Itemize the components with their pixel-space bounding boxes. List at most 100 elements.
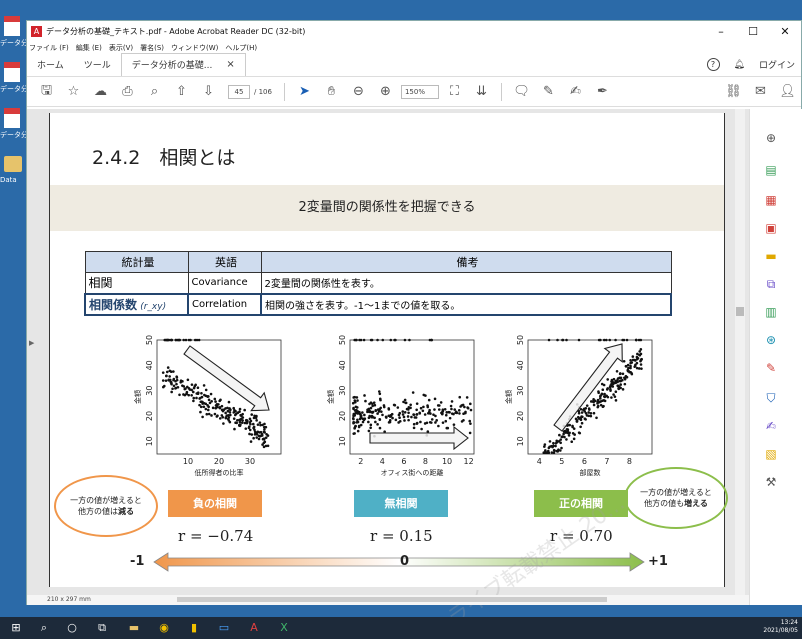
x-tick-label: 4 bbox=[380, 457, 385, 466]
data-point bbox=[592, 400, 595, 404]
desktop-pdf-icon-2[interactable]: データ分析 bbox=[0, 60, 26, 106]
add-user-icon[interactable]: 👤︎ bbox=[774, 84, 801, 99]
acrobat-taskbar-icon[interactable]: A bbox=[246, 620, 262, 636]
page-up-icon[interactable]: ⇧ bbox=[168, 84, 195, 99]
organize-pages-icon[interactable]: ▦ bbox=[764, 193, 778, 207]
star-icon[interactable]: ☆ bbox=[60, 84, 87, 99]
data-point bbox=[352, 421, 356, 424]
data-point bbox=[457, 409, 461, 412]
data-point bbox=[351, 401, 355, 405]
zoom-tool-icon[interactable]: ⊕ bbox=[764, 131, 778, 145]
menu-view[interactable]: 表示(V) bbox=[109, 43, 133, 53]
tab-home[interactable]: ホーム bbox=[27, 58, 74, 76]
data-point bbox=[567, 434, 571, 437]
print-icon[interactable]: ⎙ bbox=[114, 84, 141, 99]
data-point bbox=[244, 427, 248, 430]
close-button[interactable]: ✕ bbox=[769, 25, 801, 38]
data-point bbox=[570, 440, 574, 444]
search-icon[interactable]: ⌕ bbox=[36, 620, 52, 636]
draw-icon[interactable]: ✍︎ bbox=[562, 84, 589, 99]
data-point bbox=[407, 411, 410, 415]
bell-icon[interactable]: 🔔︎ bbox=[734, 60, 745, 70]
y-tick-label: 20 bbox=[145, 411, 154, 421]
fit-page-icon[interactable]: ⛶ bbox=[441, 84, 468, 99]
sign-icon[interactable]: ✍︎ bbox=[764, 419, 778, 433]
explorer-icon[interactable]: ▬ bbox=[126, 620, 142, 636]
page-down-icon[interactable]: ⇩ bbox=[195, 84, 222, 99]
desktop-pdf-icon-1[interactable]: データ分析 bbox=[0, 14, 26, 60]
zoom-in-icon[interactable]: ⊕ bbox=[372, 84, 399, 99]
data-point bbox=[406, 415, 410, 418]
send-review-icon[interactable]: ▧ bbox=[764, 447, 778, 461]
menu-sign[interactable]: 署名(S) bbox=[140, 43, 164, 53]
left-panel-toggle-icon[interactable]: ▶ bbox=[29, 339, 34, 347]
desktop-folder-icon[interactable]: Data bbox=[0, 152, 26, 198]
close-tab-icon[interactable]: × bbox=[226, 59, 234, 70]
email-icon[interactable]: ✉︎ bbox=[747, 84, 774, 99]
horizontal-scrollbar[interactable] bbox=[177, 597, 607, 602]
vertical-scrollbar[interactable] bbox=[735, 109, 745, 595]
menu-edit[interactable]: 編集 (E) bbox=[76, 43, 102, 53]
zoom-select[interactable]: 150% bbox=[400, 84, 439, 99]
data-point bbox=[257, 437, 261, 441]
fill-sign-icon[interactable]: ✎ bbox=[764, 361, 778, 375]
desktop: データ分析 データ分析 データ分析 Data A データ分析の基礎_テキスト.p… bbox=[0, 0, 802, 639]
data-point bbox=[559, 441, 562, 445]
data-point bbox=[174, 338, 178, 342]
data-point bbox=[608, 338, 612, 342]
upload-cloud-icon[interactable]: ☁ bbox=[87, 84, 114, 99]
tab-document[interactable]: データ分析の基礎... × bbox=[120, 53, 246, 76]
combine-files-icon[interactable]: ⧉ bbox=[764, 277, 778, 291]
search-icon[interactable]: ⌕ bbox=[141, 84, 168, 99]
minimize-button[interactable]: – bbox=[705, 25, 737, 38]
files-icon[interactable]: ▮ bbox=[186, 620, 202, 636]
stamp-icon[interactable]: ✒︎ bbox=[589, 84, 616, 99]
chrome-icon[interactable]: ◉ bbox=[156, 620, 172, 636]
data-point bbox=[229, 408, 232, 412]
cortana-icon[interactable]: ○ bbox=[64, 620, 80, 636]
data-point bbox=[562, 432, 565, 436]
help-icon[interactable]: ? bbox=[706, 58, 720, 71]
data-point bbox=[421, 409, 425, 413]
comment-tool-icon[interactable]: ▬ bbox=[764, 249, 778, 263]
desktop-pdf-icon-3[interactable]: データ分析 bbox=[0, 106, 26, 152]
hand-icon[interactable]: ✋︎ bbox=[318, 84, 345, 99]
tab-tools[interactable]: ツール bbox=[74, 58, 121, 76]
select-cursor-icon[interactable]: ➤ bbox=[291, 84, 318, 99]
data-point bbox=[422, 405, 425, 409]
maximize-button[interactable]: ☐ bbox=[737, 25, 769, 38]
zoom-app-icon[interactable]: ▭ bbox=[216, 620, 232, 636]
window-title: データ分析の基礎_テキスト.pdf - Adobe Acrobat Reader… bbox=[46, 26, 306, 36]
data-point bbox=[561, 435, 564, 438]
task-view-icon[interactable]: ⧉ bbox=[94, 620, 110, 636]
data-point bbox=[389, 338, 393, 342]
edit-pdf-icon[interactable]: ▥ bbox=[764, 305, 778, 319]
more-tools-icon[interactable]: ⚒︎ bbox=[764, 475, 778, 489]
excel-icon[interactable]: X bbox=[276, 620, 292, 636]
scan-ocr-icon[interactable]: ⊛ bbox=[764, 333, 778, 347]
scroll-mode-icon[interactable]: ⇊ bbox=[468, 84, 495, 99]
clock-date: 2021/08/05 bbox=[763, 627, 798, 634]
protect-icon[interactable]: ⛉ bbox=[764, 391, 778, 405]
menu-window[interactable]: ウィンドウ(W) bbox=[171, 43, 218, 53]
menu-help[interactable]: ヘルプ(H) bbox=[225, 43, 257, 53]
data-point bbox=[592, 398, 595, 401]
menu-file[interactable]: ファイル (F) bbox=[29, 43, 69, 53]
data-point bbox=[206, 404, 209, 407]
data-point bbox=[613, 395, 617, 398]
windows-start-icon[interactable]: ⊞ bbox=[8, 620, 24, 636]
data-point bbox=[366, 408, 369, 412]
zoom-out-icon[interactable]: ⊖ bbox=[345, 84, 372, 99]
clock-time: 13:24 bbox=[780, 619, 798, 626]
page-number-input[interactable]: 45 bbox=[228, 84, 250, 99]
login-button[interactable]: ログイン bbox=[759, 58, 795, 71]
save-icon[interactable]: 🖫 bbox=[33, 81, 60, 103]
highlight-icon[interactable]: ✎ bbox=[535, 84, 562, 99]
data-point bbox=[426, 405, 430, 409]
data-point bbox=[629, 364, 632, 368]
create-pdf-icon[interactable]: ▣ bbox=[764, 221, 778, 235]
comment-icon[interactable]: 🗨︎ bbox=[508, 84, 535, 99]
scrollbar-thumb[interactable] bbox=[736, 307, 744, 316]
export-pdf-icon[interactable]: ▤ bbox=[764, 163, 778, 177]
link-icon[interactable]: ⛓︎ bbox=[720, 84, 747, 99]
